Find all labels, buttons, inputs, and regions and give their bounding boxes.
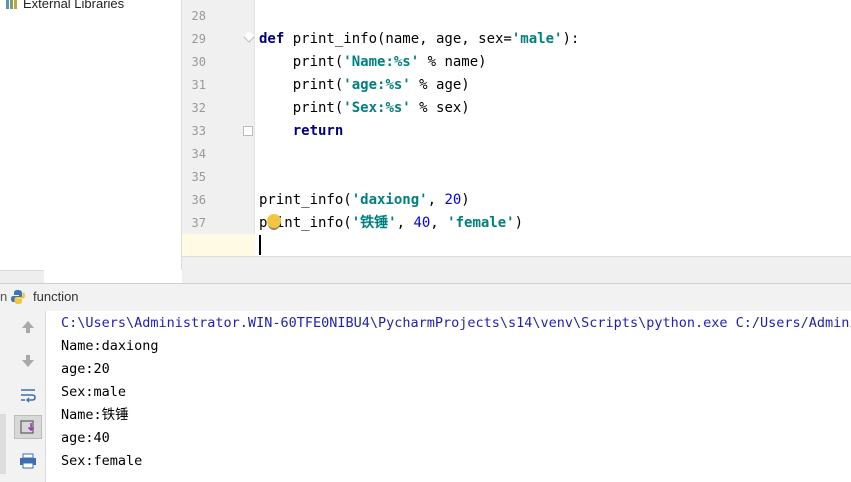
code-line[interactable]: return xyxy=(259,120,344,143)
console-output-line: Sex:female xyxy=(61,453,143,469)
code-token: print_info( xyxy=(259,192,352,208)
code-token: 'daxiong' xyxy=(351,192,428,208)
line-number: 32 xyxy=(191,101,206,115)
code-line[interactable]: print('Sex:%s' % sex) xyxy=(259,97,470,120)
external-libraries-item[interactable]: External Libraries xyxy=(6,0,124,12)
code-token: ) xyxy=(514,215,524,231)
library-icon xyxy=(6,0,17,9)
editor-bottom-area xyxy=(182,256,851,283)
code-token: return xyxy=(292,123,344,139)
line-number: 36 xyxy=(191,193,206,207)
run-console-output[interactable]: C:\Users\Administrator.WIN-60TFE0NIBU4\P… xyxy=(46,311,851,482)
console-output-line: Name:铁锤 xyxy=(61,407,129,423)
line-number: 31 xyxy=(191,78,206,92)
line-number: 35 xyxy=(191,170,206,184)
code-token: , xyxy=(430,215,448,231)
code-token: ): xyxy=(562,31,580,47)
line-number: 29 xyxy=(191,32,206,46)
editor-gutter: 28 29 30 31 32 33 34 35 36 37 38 xyxy=(182,0,255,256)
code-token: 40 xyxy=(413,215,431,231)
code-token: print( xyxy=(259,54,344,70)
code-token: % age) xyxy=(410,77,470,93)
code-token: 'Sex:%s' xyxy=(343,100,411,116)
code-token: 'age:%s' xyxy=(343,77,411,93)
tree-bottom-strip xyxy=(0,270,44,283)
code-editor[interactable]: def print_info(name, age, sex='male'): p… xyxy=(255,0,851,256)
code-line[interactable]: print_info('daxiong', 20) xyxy=(259,189,470,212)
code-token: % sex) xyxy=(410,100,470,116)
external-libraries-label: External Libraries xyxy=(23,0,125,11)
code-line[interactable]: print('Name:%s' % name) xyxy=(259,51,487,74)
code-token: print( xyxy=(259,100,344,116)
code-token: 'female' xyxy=(447,215,515,231)
run-toolbar xyxy=(0,311,46,482)
code-token: ) xyxy=(461,192,470,208)
code-line[interactable]: def print_info(name, age, sex='male'): xyxy=(259,28,579,51)
code-line[interactable]: print_info('铁锤', 40, 'female') xyxy=(259,212,523,235)
line-number: 37 xyxy=(191,216,206,230)
code-line[interactable]: print('age:%s' % age) xyxy=(259,74,470,97)
code-token: def xyxy=(259,31,293,47)
soft-wrap-icon[interactable] xyxy=(14,383,42,407)
line-number: 28 xyxy=(191,9,206,23)
code-token: print( xyxy=(259,77,344,93)
project-tree: External Libraries xyxy=(0,0,182,283)
run-tab-prefix: n xyxy=(0,289,8,304)
run-config-name[interactable]: function xyxy=(33,289,79,304)
up-arrow-icon[interactable] xyxy=(14,315,42,339)
code-token: 'Name:%s' xyxy=(343,54,420,70)
fold-open-icon[interactable] xyxy=(243,31,255,43)
console-output-line: age:40 xyxy=(61,430,110,446)
left-edge-strip xyxy=(0,414,6,474)
fold-close-icon[interactable] xyxy=(243,126,253,136)
python-icon xyxy=(11,290,25,304)
console-command-line: C:\Users\Administrator.WIN-60TFE0NIBU4\P… xyxy=(61,315,851,331)
scroll-to-end-icon[interactable] xyxy=(14,415,42,439)
code-token: 20 xyxy=(444,192,462,208)
code-token: 'male' xyxy=(511,31,563,47)
line-number: 30 xyxy=(191,55,206,69)
console-output-line: Name:daxiong xyxy=(61,338,159,354)
console-output-line: Sex:male xyxy=(61,384,127,400)
code-token: print_info(name, age, sex= xyxy=(292,31,512,47)
line-number: 33 xyxy=(191,124,206,138)
lightbulb-icon[interactable] xyxy=(267,214,281,228)
code-token: '铁锤' xyxy=(351,215,397,231)
line-number: 34 xyxy=(191,147,206,161)
down-arrow-icon[interactable] xyxy=(14,349,42,373)
code-token: , xyxy=(396,215,414,231)
text-caret xyxy=(259,235,261,255)
print-icon[interactable] xyxy=(14,449,42,473)
run-panel-header: n function xyxy=(0,283,851,312)
code-token: % name) xyxy=(419,54,487,70)
console-output-line: age:20 xyxy=(61,361,110,377)
code-token: , xyxy=(427,192,445,208)
